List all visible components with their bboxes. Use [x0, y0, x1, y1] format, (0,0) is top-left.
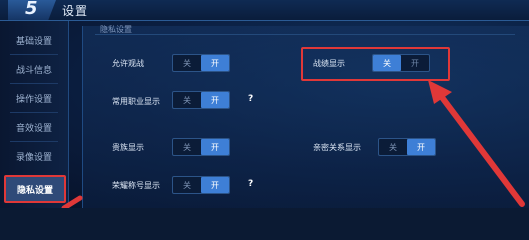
annotation-arrow-to-toggle — [428, 80, 525, 207]
annotation-arrows — [61, 80, 525, 208]
settings-screen: 5 设置 基础设置 战斗信息 操作设置 音效设置 录像设置 隐私设置 隐私设置 … — [0, 0, 529, 208]
annotation-arrow-to-sidebar — [61, 195, 83, 208]
